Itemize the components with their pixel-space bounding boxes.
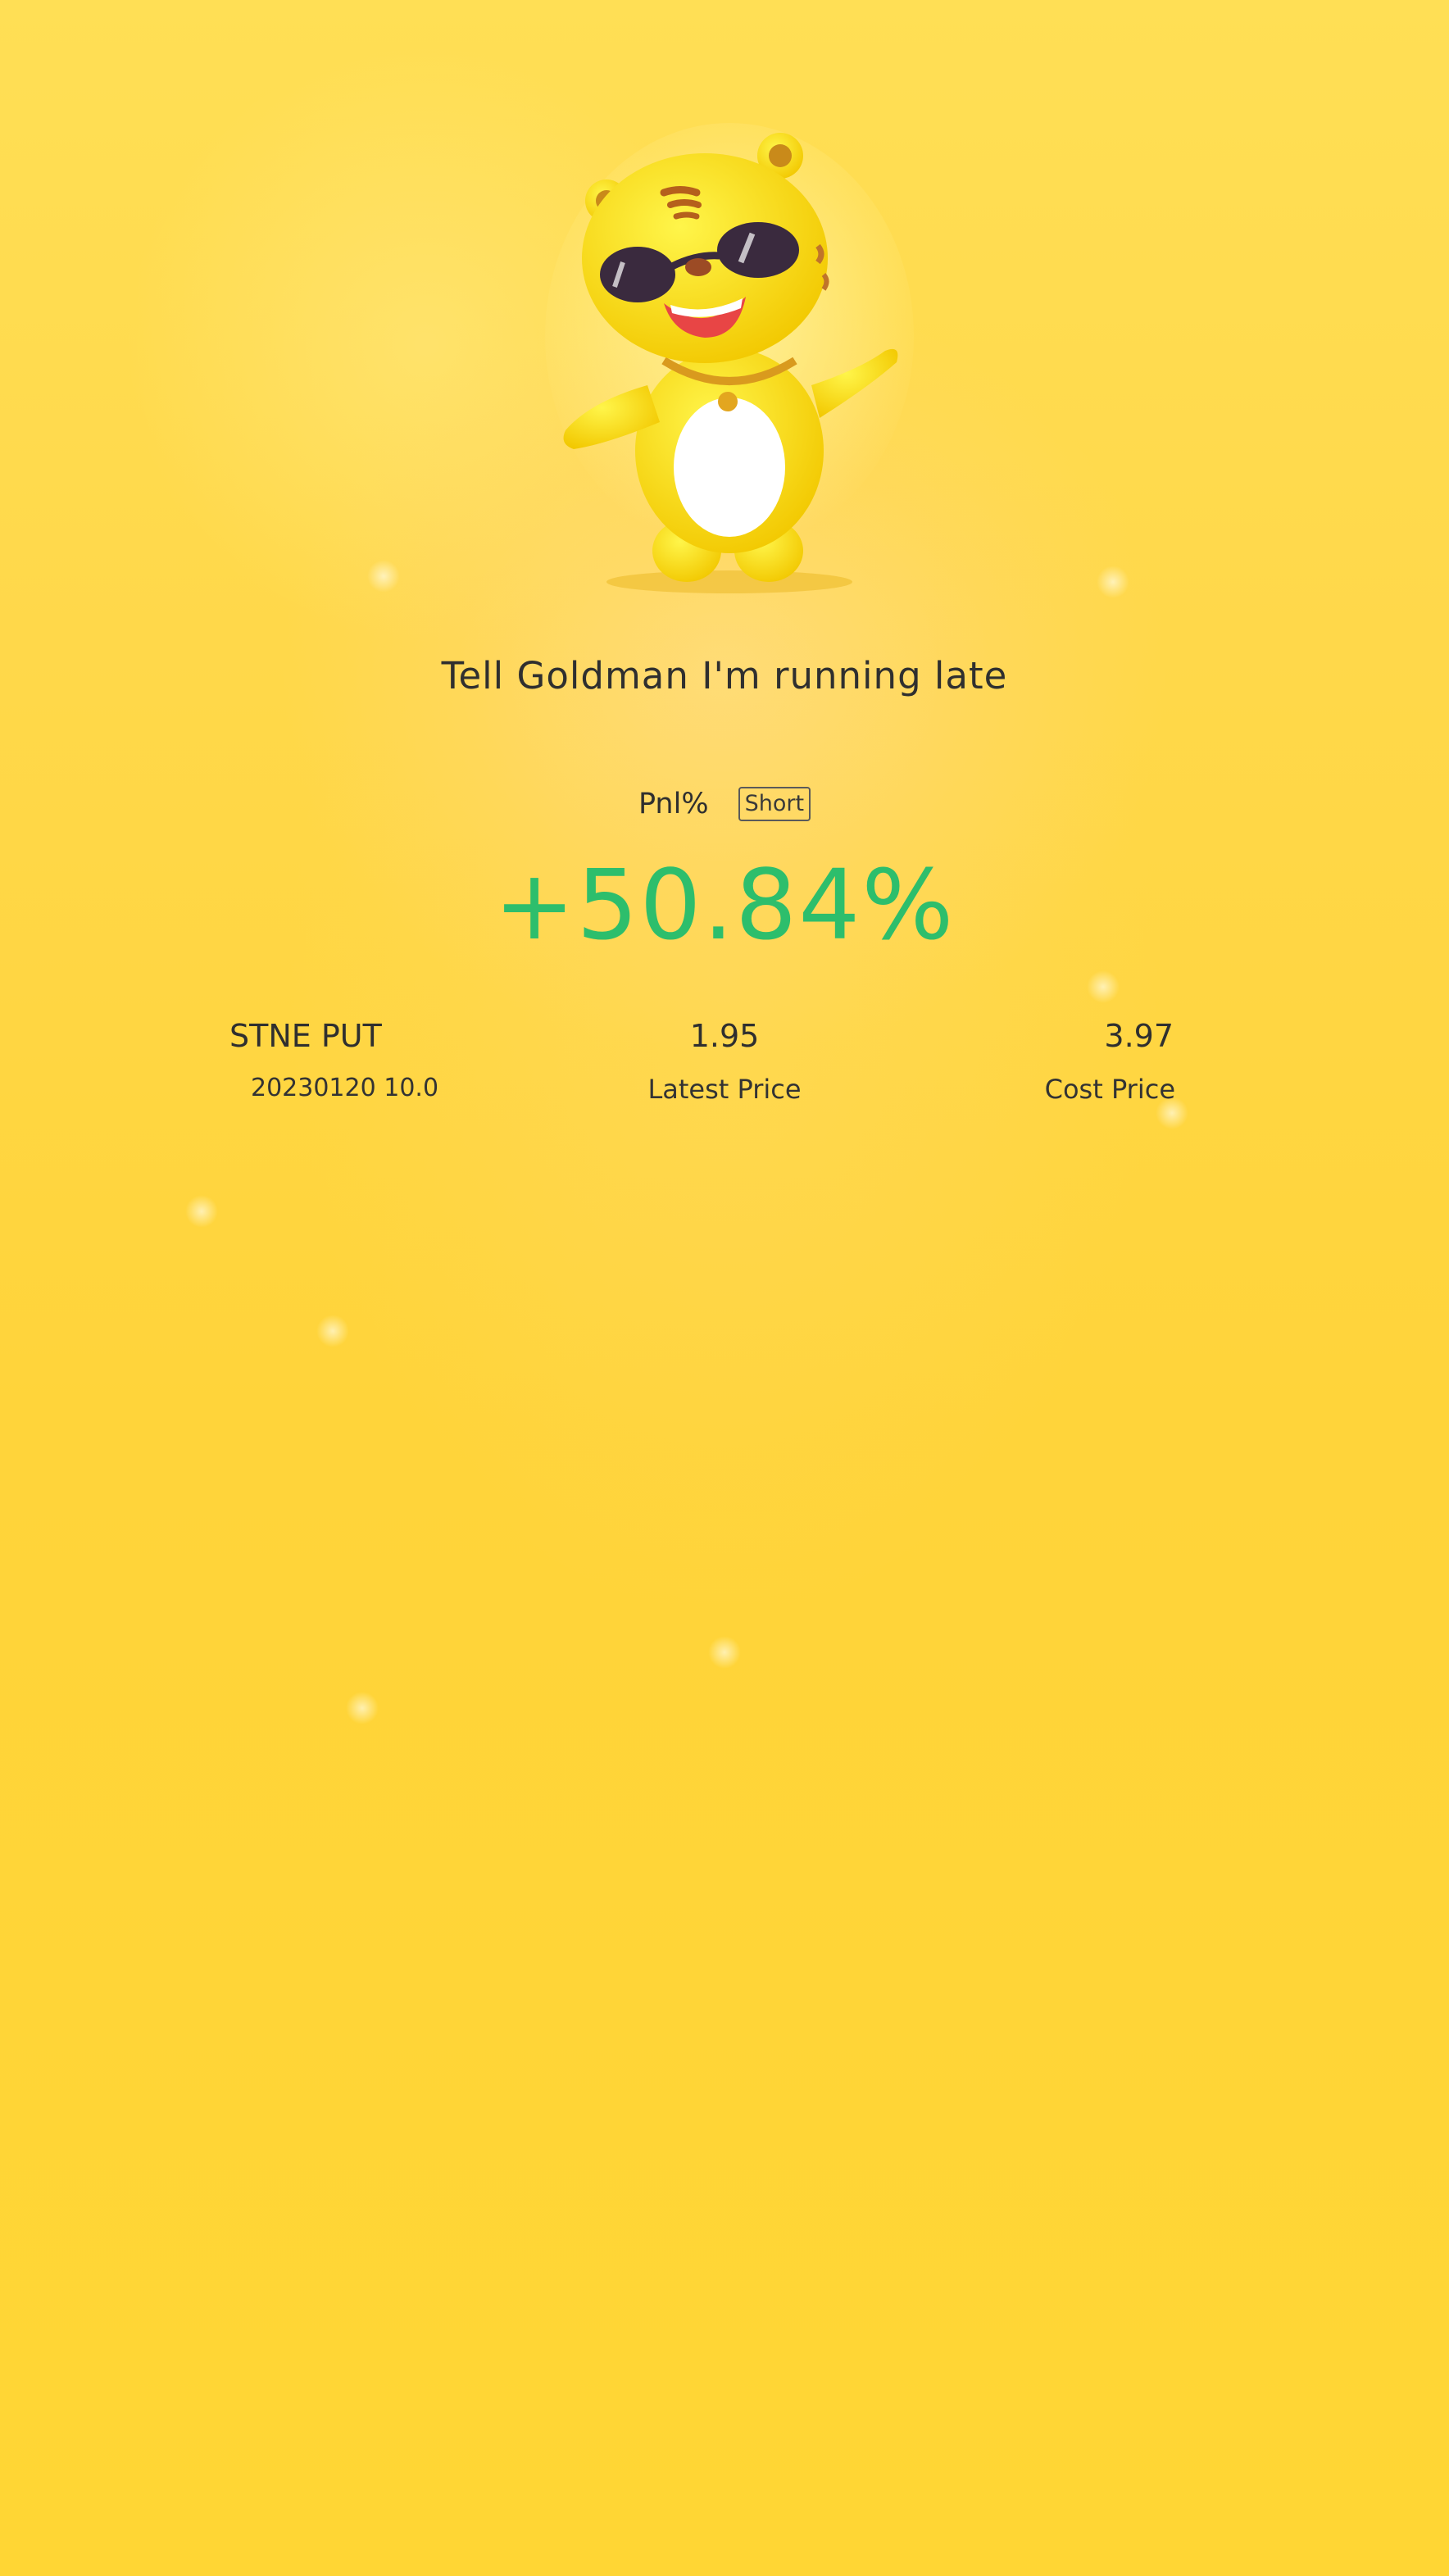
sparkle-decoration [1097,566,1129,598]
sparkle-decoration [346,1692,379,1724]
sparkle-decoration [367,560,400,593]
direction-badge: Short [738,787,811,821]
pnl-header: Pnl% Short [0,787,1449,821]
sparkle-decoration [185,1195,218,1228]
pnl-percent-value: +50.84% [493,848,956,961]
sparkle-decoration [1087,970,1120,1003]
tiger-mascot-icon [545,123,914,593]
latest-price-label: Latest Price [647,1074,802,1105]
pnl-label: Pnl% [638,788,709,820]
cost-price-label: Cost Price [1044,1074,1175,1105]
post-comment: Tell Goldman I'm running late [441,654,1008,697]
sparkle-decoration [708,1636,741,1669]
sparkle-decoration [316,1315,349,1347]
latest-price-value: 1.95 [689,1018,760,1054]
cost-price-value: 3.97 [1104,1018,1174,1054]
